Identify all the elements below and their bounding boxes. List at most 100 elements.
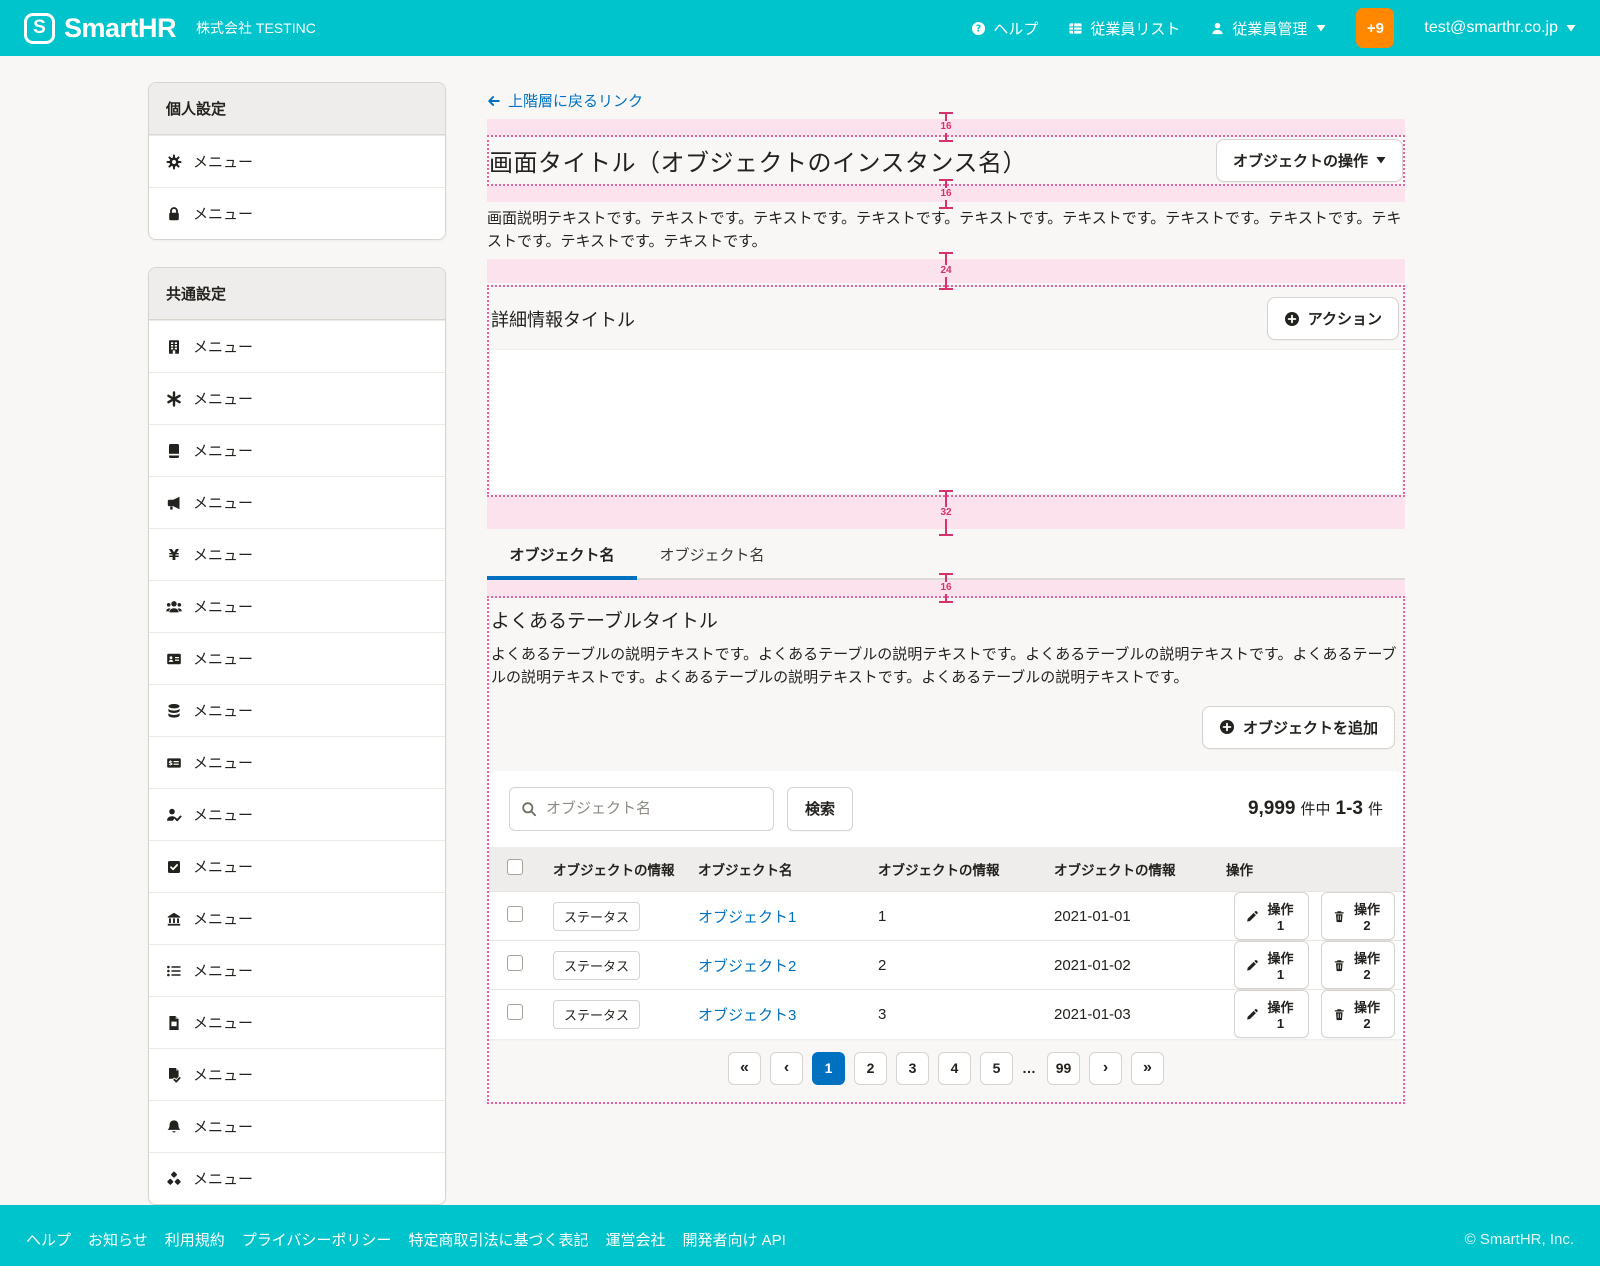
detail-info-panel bbox=[490, 350, 1402, 494]
notification-badge[interactable]: +9 bbox=[1356, 8, 1394, 48]
sidebar-item-common-14[interactable]: メニュー bbox=[149, 1048, 445, 1100]
spacing-ruler: 32 bbox=[937, 490, 955, 536]
object-info-value: 3 bbox=[870, 990, 1046, 1039]
sidebar-item-label: メニュー bbox=[193, 203, 253, 224]
account-menu[interactable]: test@smarthr.co.jp bbox=[1424, 19, 1576, 37]
delete-operation-button[interactable]: 操作2 bbox=[1321, 892, 1396, 940]
spacing-band-16: 16 bbox=[487, 119, 1405, 135]
pagination-page-4[interactable]: 4 bbox=[938, 1052, 971, 1085]
smarthr-logo[interactable]: S SmartHR bbox=[24, 13, 176, 44]
back-to-parent-link[interactable]: 上階層に戻るリンク bbox=[487, 90, 643, 111]
object-link[interactable]: オブジェクト1 bbox=[698, 909, 796, 926]
delete-operation-button[interactable]: 操作2 bbox=[1321, 990, 1396, 1038]
arrow-left-icon bbox=[487, 94, 501, 108]
sidebar-item-common-0[interactable]: メニュー bbox=[149, 320, 445, 372]
sidebar-item-label: メニュー bbox=[193, 856, 253, 877]
footer-link-commerce-law[interactable]: 特定商取引法に基づく表記 bbox=[408, 1229, 588, 1250]
pagination-last-button[interactable]: » bbox=[1131, 1052, 1164, 1085]
pagination-page-1[interactable]: 1 bbox=[812, 1052, 845, 1085]
footer-link-company[interactable]: 運営会社 bbox=[605, 1229, 665, 1250]
sidebar-item-common-12[interactable]: メニュー bbox=[149, 944, 445, 996]
table-section-title: よくあるテーブルタイトル bbox=[489, 604, 1403, 633]
search-icon bbox=[521, 801, 537, 817]
sidebar-item-label: メニュー bbox=[193, 804, 253, 825]
sidebar-item-personal-0[interactable]: メニュー bbox=[149, 135, 445, 187]
sidebar-item-common-15[interactable]: メニュー bbox=[149, 1100, 445, 1152]
user-check-icon bbox=[166, 807, 182, 823]
select-all-checkbox[interactable] bbox=[507, 859, 523, 875]
table-row: ステータス オブジェクト1 1 2021-01-01 操作1 操作2 bbox=[489, 892, 1403, 941]
sidebar-item-common-10[interactable]: メニュー bbox=[149, 840, 445, 892]
object-actions-dropdown-button[interactable]: オブジェクトの操作 bbox=[1216, 139, 1403, 182]
bullhorn-icon bbox=[166, 495, 182, 511]
account-email: test@smarthr.co.jp bbox=[1424, 19, 1558, 37]
pagination-page-2[interactable]: 2 bbox=[854, 1052, 887, 1085]
detail-info-title: 詳細情報タイトル bbox=[491, 306, 635, 332]
top-bar: S SmartHR 株式会社 TESTINC ? ヘルプ 従業員リスト 従業員管… bbox=[0, 0, 1600, 56]
delete-operation-button[interactable]: 操作2 bbox=[1321, 941, 1396, 989]
edit-operation-button[interactable]: 操作1 bbox=[1234, 941, 1309, 989]
tab-object-2[interactable]: オブジェクト名 bbox=[637, 532, 787, 580]
sidebar-item-common-16[interactable]: メニュー bbox=[149, 1152, 445, 1204]
row-checkbox[interactable] bbox=[507, 955, 523, 971]
page-title: 画面タイトル（オブジェクトのインスタンス名） bbox=[489, 143, 1027, 178]
footer-link-help[interactable]: ヘルプ bbox=[26, 1229, 71, 1250]
users-icon bbox=[166, 599, 182, 615]
sidebar-item-label: メニュー bbox=[193, 151, 253, 172]
lock-icon bbox=[166, 206, 182, 222]
sidebar-item-common-9[interactable]: メニュー bbox=[149, 788, 445, 840]
tab-object-1[interactable]: オブジェクト名 bbox=[487, 532, 637, 580]
pagination-page-3[interactable]: 3 bbox=[896, 1052, 929, 1085]
footer-link-terms[interactable]: 利用規約 bbox=[165, 1229, 225, 1250]
sidebar-item-label: メニュー bbox=[193, 596, 253, 617]
object-link[interactable]: オブジェクト2 bbox=[698, 958, 796, 975]
pagination-page-5[interactable]: 5 bbox=[980, 1052, 1013, 1085]
sidebar-item-common-2[interactable]: メニュー bbox=[149, 424, 445, 476]
sidebar-item-common-13[interactable]: メニュー bbox=[149, 996, 445, 1048]
svg-text:$: $ bbox=[168, 759, 173, 767]
edit-operation-button[interactable]: 操作1 bbox=[1234, 892, 1309, 940]
edit-operation-button[interactable]: 操作1 bbox=[1234, 990, 1309, 1038]
footer-link-privacy[interactable]: プライバシーポリシー bbox=[242, 1229, 392, 1250]
back-link-label: 上階層に戻るリンク bbox=[508, 90, 643, 111]
table-icon bbox=[1068, 21, 1083, 36]
search-input[interactable] bbox=[509, 787, 774, 831]
pagination-prev-button[interactable]: ‹ bbox=[770, 1052, 803, 1085]
common-settings-card: 共通設定 メニュー メニュー メニュー メニュー bbox=[148, 267, 446, 1205]
column-header-info: オブジェクトの情報 bbox=[870, 847, 1046, 892]
object-date-value: 2021-01-01 bbox=[1046, 892, 1218, 941]
trash-icon bbox=[1333, 910, 1346, 923]
employee-admin-menu[interactable]: 従業員管理 bbox=[1210, 18, 1326, 39]
plus-circle-icon bbox=[1219, 719, 1235, 735]
help-nav-label: ヘルプ bbox=[993, 18, 1038, 39]
add-object-button[interactable]: オブジェクトを追加 bbox=[1202, 706, 1395, 749]
sidebar-item-label: メニュー bbox=[193, 440, 253, 461]
sidebar-item-common-6[interactable]: メニュー bbox=[149, 632, 445, 684]
object-link[interactable]: オブジェクト3 bbox=[698, 1007, 796, 1024]
employee-list-nav-link[interactable]: 従業員リスト bbox=[1068, 18, 1180, 39]
pagination-first-button[interactable]: « bbox=[728, 1052, 761, 1085]
sidebar-item-common-8[interactable]: $ メニュー bbox=[149, 736, 445, 788]
object-info-value: 1 bbox=[870, 892, 1046, 941]
pagination-next-button[interactable]: › bbox=[1089, 1052, 1122, 1085]
help-nav-link[interactable]: ? ヘルプ bbox=[971, 18, 1038, 39]
brand-name: SmartHR bbox=[64, 13, 176, 44]
sidebar-item-common-11[interactable]: メニュー bbox=[149, 892, 445, 944]
pagination-page-99[interactable]: 99 bbox=[1047, 1052, 1080, 1085]
footer-link-developers-api[interactable]: 開発者向け API bbox=[682, 1229, 785, 1250]
sidebar-item-common-5[interactable]: メニュー bbox=[149, 580, 445, 632]
footer-link-news[interactable]: お知らせ bbox=[88, 1229, 148, 1250]
smarthr-logo-icon: S bbox=[24, 13, 55, 44]
sidebar-item-common-7[interactable]: メニュー bbox=[149, 684, 445, 736]
personal-settings-card: 個人設定 メニュー メニュー bbox=[148, 82, 446, 240]
sidebar-item-common-3[interactable]: メニュー bbox=[149, 476, 445, 528]
sidebar-item-personal-1[interactable]: メニュー bbox=[149, 187, 445, 239]
database-icon bbox=[166, 703, 182, 719]
sidebar-item-common-1[interactable]: メニュー bbox=[149, 372, 445, 424]
action-button[interactable]: アクション bbox=[1267, 297, 1399, 340]
row-checkbox[interactable] bbox=[507, 906, 523, 922]
sidebar-item-common-4[interactable]: ¥ メニュー bbox=[149, 528, 445, 580]
search-button[interactable]: 検索 bbox=[787, 787, 853, 831]
money-check-icon: $ bbox=[166, 755, 182, 771]
row-checkbox[interactable] bbox=[507, 1004, 523, 1020]
